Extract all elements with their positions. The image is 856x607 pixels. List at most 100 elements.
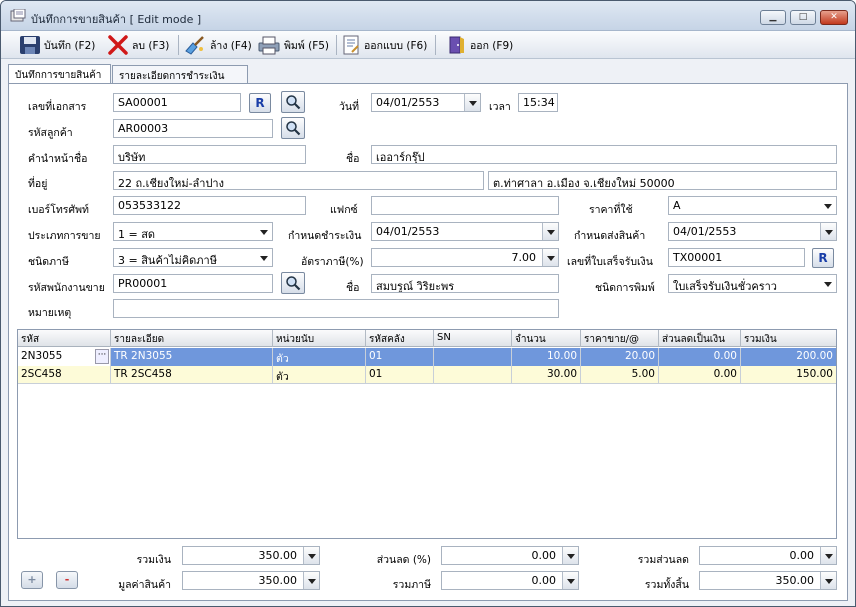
col-warehouse[interactable]: รหัสคลัง (366, 330, 434, 347)
price-used-select[interactable]: A (668, 196, 837, 215)
col-sn[interactable]: SN (434, 330, 512, 347)
total-discount-field[interactable]: 0.00 (699, 546, 837, 565)
search-doc-button[interactable] (281, 91, 305, 113)
cell-sn[interactable] (434, 366, 512, 384)
cell-code[interactable]: 2SC458 (18, 366, 111, 384)
print-type-label: ชนิดการพิมพ์ (595, 282, 655, 294)
dropdown-arrow-icon[interactable] (820, 223, 836, 240)
dropdown-arrow-icon[interactable] (256, 223, 272, 240)
col-description[interactable]: รายละเอียด (111, 330, 273, 347)
cell-qty[interactable]: 30.00 (512, 366, 581, 384)
cell-discount[interactable]: 0.00 (659, 366, 741, 384)
add-row-button[interactable]: + (21, 571, 43, 589)
grand-total-value: 350.00 (775, 574, 815, 587)
col-unit[interactable]: หน่วยนับ (273, 330, 366, 347)
close-button[interactable]: ✕ (820, 10, 848, 25)
grand-total-label: รวมทั้งสิ้น (644, 579, 689, 591)
floppy-icon (20, 36, 40, 54)
dropdown-arrow-icon[interactable] (562, 547, 578, 564)
payment-due-picker[interactable]: 04/01/2553 (371, 222, 559, 241)
receipt-no-field[interactable]: TX00001 (668, 248, 805, 267)
col-code[interactable]: รหัส (18, 330, 111, 347)
lookup-ellipsis-button[interactable]: ··· (95, 349, 109, 364)
total-tax-field[interactable]: 0.00 (441, 571, 579, 590)
dropdown-arrow-icon[interactable] (464, 94, 480, 111)
delete-label: ลบ (F3) (132, 39, 170, 52)
table-row[interactable]: 2SC458 TR 2SC458 ตัว 01 30.00 5.00 0.00 … (18, 366, 836, 384)
tab-payment-details[interactable]: รายละเอียดการชำระเงิน (112, 65, 248, 83)
print-type-select[interactable]: ใบเสร็จรับเงินชั่วคราว (668, 274, 837, 293)
cell-price[interactable]: 5.00 (581, 366, 659, 384)
remove-row-button[interactable]: - (56, 571, 78, 589)
dropdown-arrow-icon[interactable] (303, 572, 319, 589)
cell-unit[interactable]: ตัว (273, 348, 366, 366)
dropdown-arrow-icon[interactable] (256, 249, 272, 266)
dropdown-arrow-icon[interactable] (562, 572, 578, 589)
delivery-due-picker[interactable]: 04/01/2553 (668, 222, 837, 241)
receipt-r-button[interactable]: R (812, 248, 834, 268)
save-button[interactable]: บันทึก (F2) (19, 34, 95, 56)
cell-total[interactable]: 200.00 (741, 348, 836, 366)
dropdown-arrow-icon[interactable] (303, 547, 319, 564)
search-customer-button[interactable] (281, 117, 305, 139)
col-total[interactable]: รวมเงิน (741, 330, 836, 347)
items-grid: รหัส รายละเอียด หน่วยนับ รหัสคลัง SN จำน… (17, 329, 837, 539)
dropdown-arrow-icon[interactable] (820, 275, 836, 292)
maximize-button[interactable]: □ (790, 10, 816, 25)
sale-type-select[interactable]: 1 = สด (113, 222, 273, 241)
print-button[interactable]: พิมพ์ (F5) (257, 34, 329, 56)
tax-rate-value: 7.00 (511, 251, 537, 264)
dropdown-arrow-icon[interactable] (820, 197, 836, 214)
cell-warehouse[interactable]: 01 (366, 348, 434, 366)
tab-sale-entry[interactable]: บันทึกการขายสินค้า (8, 64, 111, 84)
phone-label: เบอร์โทรศัพท์ (28, 204, 89, 216)
customer-name-field[interactable]: เออาร์กรุ๊ป (371, 145, 837, 164)
address-line1-field[interactable]: 22 ถ.เชียงใหม่-ลำปาง (113, 171, 484, 190)
note-field[interactable] (113, 299, 559, 318)
exit-button[interactable]: ออก (F9) (447, 34, 513, 56)
time-field[interactable]: 15:34 (518, 93, 558, 112)
goods-value-label: มูลค่าสินค้า (118, 579, 171, 591)
tax-rate-field[interactable]: 7.00 (371, 248, 559, 267)
cell-price[interactable]: 20.00 (581, 348, 659, 366)
cell-warehouse[interactable]: 01 (366, 366, 434, 384)
minimize-button[interactable]: ▁ (760, 10, 786, 25)
doc-no-field[interactable]: SA00001 (113, 93, 241, 112)
col-discount[interactable]: ส่วนลดเป็นเงิน (659, 330, 741, 347)
cell-qty[interactable]: 10.00 (512, 348, 581, 366)
dropdown-arrow-icon[interactable] (820, 572, 836, 589)
table-row[interactable]: 2N3055 ··· TR 2N3055 ตัว 01 10.00 20.00 0… (18, 348, 836, 366)
cell-unit[interactable]: ตัว (273, 366, 366, 384)
dropdown-arrow-icon[interactable] (542, 249, 558, 266)
delete-button[interactable]: ลบ (F3) (107, 34, 169, 56)
sale-type-value: 1 = สด (118, 228, 156, 241)
cell-code[interactable]: 2N3055 ··· (18, 348, 111, 366)
salesperson-code-field[interactable]: PR00001 (113, 274, 273, 293)
salesperson-name-field[interactable]: สมบรูณ์ วิริยะพร (371, 274, 559, 293)
cell-total[interactable]: 150.00 (741, 366, 836, 384)
phone-field[interactable]: 053533122 (113, 196, 306, 215)
search-salesperson-button[interactable] (281, 272, 305, 294)
col-qty[interactable]: จำนวน (512, 330, 581, 347)
dropdown-arrow-icon[interactable] (542, 223, 558, 240)
dropdown-arrow-icon[interactable] (820, 547, 836, 564)
r-button[interactable]: R (249, 93, 271, 113)
fax-field[interactable] (371, 196, 559, 215)
cell-sn[interactable] (434, 348, 512, 366)
grand-total-field[interactable]: 350.00 (699, 571, 837, 590)
prefix-field[interactable]: บริษัท (113, 145, 306, 164)
clear-button[interactable]: ล้าง (F4) (183, 34, 252, 56)
design-button[interactable]: ออกแบบ (F6) (341, 34, 427, 56)
date-picker[interactable]: 04/01/2553 (371, 93, 481, 112)
cell-discount[interactable]: 0.00 (659, 348, 741, 366)
goods-value-field[interactable]: 350.00 (182, 571, 320, 590)
address-line2-field[interactable]: ต.ท่าศาลา อ.เมือง จ.เชียงใหม่ 50000 (488, 171, 837, 190)
cell-description[interactable]: TR 2SC458 (111, 366, 273, 384)
discount-pct-field[interactable]: 0.00 (441, 546, 579, 565)
tax-type-select[interactable]: 3 = สินค้าไม่คิดภาษี (113, 248, 273, 267)
sum-field[interactable]: 350.00 (182, 546, 320, 565)
cell-description[interactable]: TR 2N3055 (111, 348, 273, 366)
delete-x-icon (108, 35, 128, 55)
customer-code-field[interactable]: AR00003 (113, 119, 273, 138)
col-price[interactable]: ราคาขาย/@ (581, 330, 659, 347)
